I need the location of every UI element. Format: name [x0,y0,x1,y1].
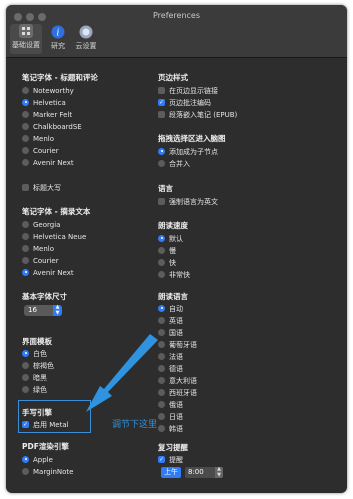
annotation-arrow-icon [86,334,158,412]
annotation-text: 调节下这里 [112,420,158,430]
